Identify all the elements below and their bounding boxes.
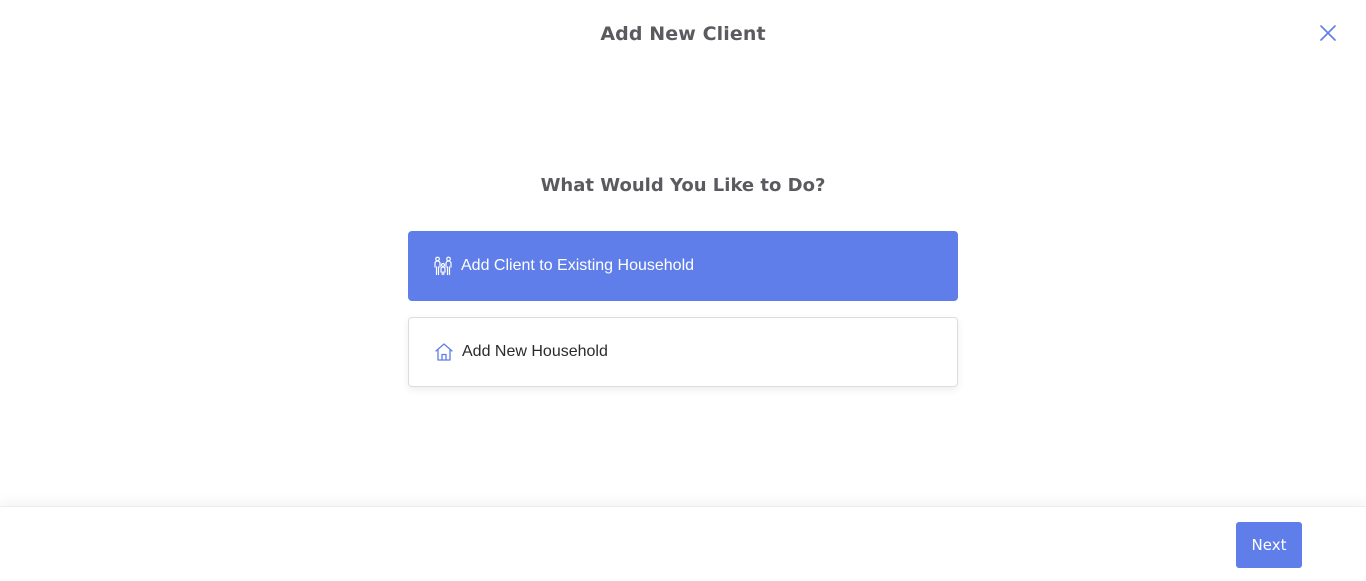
add-client-to-existing-household-option[interactable]: Add Client to Existing Household	[408, 231, 958, 301]
modal-title: Add New Client	[600, 23, 766, 45]
question-heading: What Would You Like to Do?	[540, 175, 826, 196]
close-button[interactable]	[1317, 24, 1339, 46]
home-icon	[433, 341, 455, 363]
add-new-household-option[interactable]: Add New Household	[408, 317, 958, 387]
modal-footer: Next	[0, 506, 1366, 581]
add-new-client-modal: Add New Client What Would You Like to Do…	[0, 0, 1366, 581]
close-icon	[1320, 24, 1336, 46]
option-label: Add New Household	[462, 343, 608, 360]
modal-header: Add New Client	[0, 0, 1366, 70]
next-button[interactable]: Next	[1236, 522, 1302, 568]
option-label: Add Client to Existing Household	[461, 257, 695, 274]
family-icon	[432, 255, 454, 277]
